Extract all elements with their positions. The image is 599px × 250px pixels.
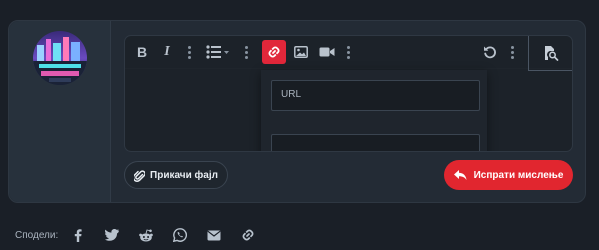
bold-button[interactable]: B <box>134 40 150 64</box>
facebook-icon <box>75 228 82 242</box>
share-label: Сподели: <box>15 229 59 241</box>
twitter-share-button[interactable] <box>105 228 120 242</box>
post-reply-button[interactable]: Испрати мислење <box>444 160 573 190</box>
undo-icon <box>484 46 496 59</box>
whatsapp-share-button[interactable] <box>173 228 188 242</box>
paperclip-icon <box>134 169 146 182</box>
insert-link-popup: URL <box>261 70 487 151</box>
attach-file-button[interactable]: Прикачи фајл <box>124 161 228 189</box>
preview-icon <box>545 45 559 61</box>
preview-button[interactable] <box>528 36 572 71</box>
copy-link-button[interactable] <box>241 228 255 242</box>
share-bar: Сподели: <box>15 226 275 244</box>
post-reply-label: Испрати мислење <box>473 169 564 181</box>
link-icon <box>242 229 254 241</box>
toolbar-more-icon[interactable] <box>347 46 350 59</box>
undo-button[interactable] <box>482 40 498 64</box>
twitter-icon <box>105 229 120 241</box>
toolbar-more-icon[interactable] <box>511 46 514 59</box>
reply-form: B I URL Прикачи фајл Испрати мислење <box>8 20 586 203</box>
toolbar-more-icon[interactable] <box>245 46 248 59</box>
bold-icon: B <box>136 44 148 60</box>
reddit-icon <box>139 228 154 241</box>
email-share-button[interactable] <box>207 228 221 242</box>
email-icon <box>207 230 221 240</box>
whatsapp-icon <box>173 228 188 242</box>
image-button[interactable] <box>293 40 309 64</box>
italic-icon: I <box>164 44 170 59</box>
reddit-share-button[interactable] <box>139 228 154 242</box>
facebook-share-button[interactable] <box>71 228 85 242</box>
attach-file-label: Прикачи фајл <box>150 169 218 181</box>
message-editor[interactable]: B I URL <box>124 35 573 152</box>
avatar <box>33 31 87 85</box>
list-button[interactable] <box>205 40 231 64</box>
video-icon <box>319 47 335 57</box>
list-icon <box>206 45 229 59</box>
video-button[interactable] <box>318 40 336 64</box>
image-icon <box>294 46 308 58</box>
reply-icon <box>453 169 467 180</box>
link-text-input[interactable] <box>271 134 480 151</box>
italic-button[interactable]: I <box>159 40 175 64</box>
editor-toolbar: B I <box>125 36 572 71</box>
avatar-column <box>9 21 111 202</box>
url-input[interactable]: URL <box>271 80 480 111</box>
url-placeholder: URL <box>281 89 302 100</box>
link-icon <box>268 46 280 58</box>
link-button[interactable] <box>262 40 286 64</box>
toolbar-more-icon[interactable] <box>188 46 191 59</box>
